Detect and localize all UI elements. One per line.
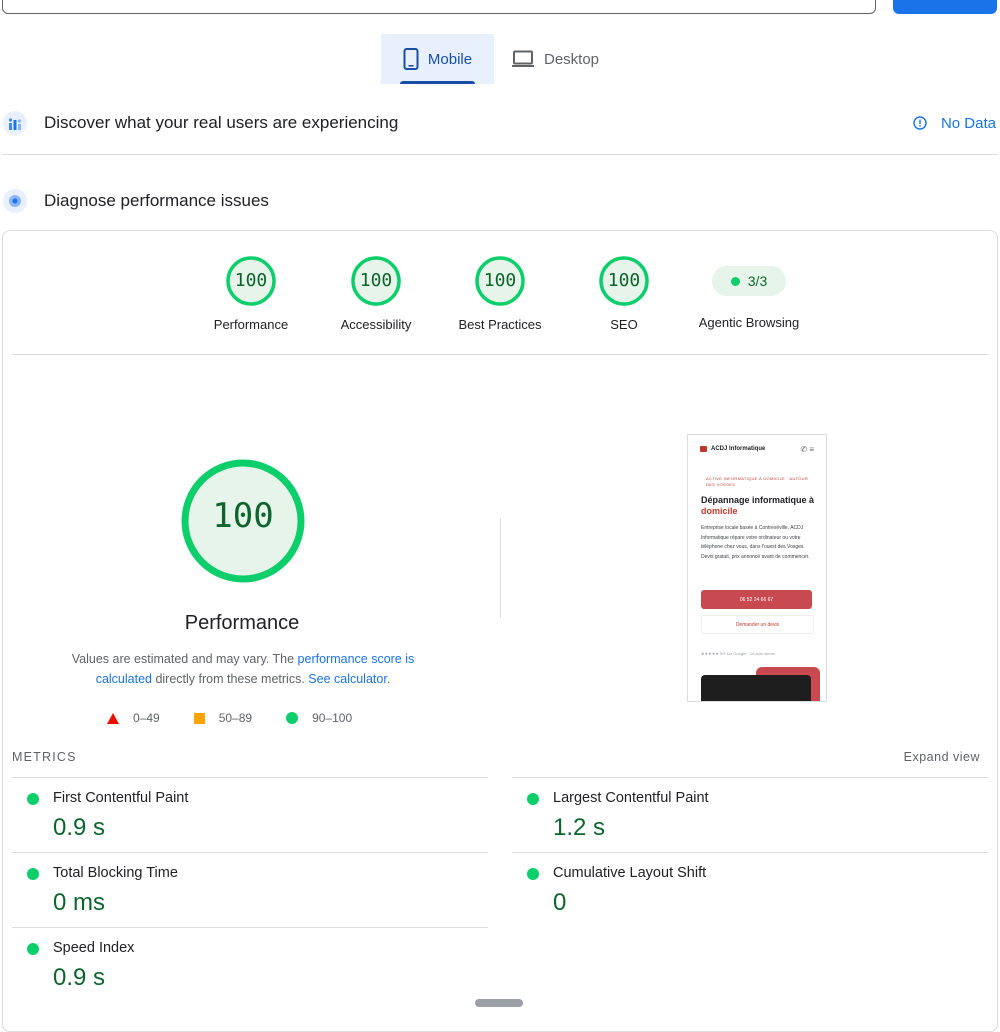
metric-lcp: Largest Contentful Paint 1.2 s bbox=[512, 777, 988, 853]
thumb-body: Entreprise locale basée à Contrexéville,… bbox=[701, 525, 810, 560]
brand-logo-icon bbox=[700, 446, 707, 452]
gauge-score: 100 bbox=[359, 270, 393, 291]
section-divider bbox=[2, 154, 998, 155]
gauge-seo[interactable]: 100 SEO bbox=[564, 255, 684, 332]
agentic-score: 3/3 bbox=[747, 273, 768, 289]
pass-dot-icon bbox=[527, 868, 539, 880]
metric-label: First Contentful Paint bbox=[53, 790, 189, 806]
thumb-headline-main: Dépannage informatique à bbox=[701, 495, 815, 505]
thumb-headline-accent: domicile bbox=[701, 506, 738, 516]
laptop-icon bbox=[511, 50, 535, 68]
tab-desktop-label: Desktop bbox=[544, 50, 600, 68]
gauge-label: Best Practices bbox=[458, 317, 542, 332]
thumb-rating: ★★★★★ 5/5 sur Google · 14 avis clients bbox=[701, 651, 775, 656]
smartphone-icon bbox=[403, 48, 419, 70]
performance-score: 100 bbox=[212, 496, 274, 536]
tab-mobile-label: Mobile bbox=[427, 50, 473, 68]
pass-dot-icon bbox=[730, 276, 740, 286]
score-legend: 0–49 50–89 90–100 bbox=[107, 711, 386, 725]
no-data-status[interactable]: No Data bbox=[913, 115, 996, 132]
thumb-kicker: ACTIVE INFORMATIQUE À DOMICILE · AUTOUR … bbox=[706, 476, 809, 487]
metric-value: 1.2 s bbox=[553, 814, 606, 841]
analyze-button[interactable] bbox=[893, 0, 997, 14]
square-average-icon bbox=[193, 712, 205, 724]
gauge-label: SEO bbox=[610, 317, 638, 332]
circle-pass-icon bbox=[286, 712, 299, 724]
gauge-accessibility[interactable]: 100 Accessibility bbox=[316, 255, 436, 332]
legend-pass: 90–100 bbox=[286, 711, 352, 725]
gauge-best-practices[interactable]: 100 Best Practices bbox=[440, 255, 560, 332]
discover-title: Discover what your real users are experi… bbox=[44, 113, 399, 132]
gauge-agentic-browsing[interactable]: 3/3 Agentic Browsing bbox=[679, 255, 819, 330]
score-disclaimer: Values are estimated and may vary. The p… bbox=[43, 649, 443, 689]
legend-fail-label: 0–49 bbox=[133, 711, 160, 725]
tab-desktop[interactable]: Desktop bbox=[511, 34, 599, 84]
disclaimer-text: directly from these metrics. bbox=[151, 672, 309, 686]
metrics-heading: METRICS bbox=[12, 750, 77, 764]
metric-label: Largest Contentful Paint bbox=[553, 790, 709, 806]
metric-value: 0.9 s bbox=[53, 964, 106, 991]
disclaimer-text: Values are estimated and may vary. The bbox=[71, 652, 298, 666]
gauge-label: Agentic Browsing bbox=[698, 315, 800, 330]
legend-average: 50–89 bbox=[193, 711, 253, 725]
category-gauges: 100 Performance 100 Accessibility 100 Be… bbox=[3, 255, 997, 345]
legend-fail: 0–49 bbox=[107, 711, 160, 725]
metric-label: Cumulative Layout Shift bbox=[553, 865, 707, 881]
card-divider bbox=[12, 354, 989, 355]
thumb-photo bbox=[701, 675, 811, 701]
thumb-call-button: 06 52 24 66 67 bbox=[701, 590, 812, 609]
no-data-label: No Data bbox=[940, 114, 996, 132]
phone-menu-icon: ✆ ≡ bbox=[800, 445, 814, 454]
metric-label: Speed Index bbox=[53, 940, 135, 956]
gauge-label: Accessibility bbox=[340, 317, 412, 332]
vertical-separator bbox=[500, 518, 501, 618]
agentic-score-pill: 3/3 bbox=[712, 266, 786, 296]
metric-speed-index: Speed Index 0.9 s bbox=[12, 927, 488, 1003]
crux-users-icon bbox=[0, 108, 30, 138]
performance-title: Performance bbox=[184, 612, 300, 634]
metric-value: 0.9 s bbox=[53, 814, 106, 841]
metric-value: 0 bbox=[553, 889, 567, 916]
discover-section: Discover what your real users are experi… bbox=[0, 101, 998, 145]
tab-mobile[interactable]: Mobile bbox=[381, 34, 494, 84]
pass-dot-icon bbox=[27, 793, 39, 805]
pass-dot-icon bbox=[27, 943, 39, 955]
legend-average-label: 50–89 bbox=[218, 711, 253, 725]
thumb-quote-button: Demander un devis bbox=[701, 615, 814, 634]
triangle-fail-icon bbox=[107, 712, 119, 724]
disclaimer-text: . bbox=[386, 672, 391, 686]
pass-dot-icon bbox=[27, 868, 39, 880]
pass-dot-icon bbox=[527, 793, 539, 805]
thumb-headline: Dépannage informatique à domicile bbox=[701, 495, 816, 517]
thumb-header: ACDJ Informatique bbox=[700, 446, 765, 452]
scroll-handle[interactable] bbox=[475, 999, 523, 1007]
metric-value: 0 ms bbox=[53, 889, 106, 916]
expand-view-toggle[interactable]: Expand view bbox=[904, 750, 980, 764]
see-calculator-link[interactable]: See calculator bbox=[308, 672, 387, 686]
metric-cls: Cumulative Layout Shift 0 bbox=[512, 852, 988, 928]
legend-pass-label: 90–100 bbox=[312, 711, 353, 725]
final-screenshot[interactable]: ACDJ Informatique ✆ ≡ ACTIVE INFORMATIQU… bbox=[687, 434, 827, 702]
gauge-performance[interactable]: 100 Performance bbox=[191, 255, 311, 332]
diagnose-title: Diagnose performance issues bbox=[44, 191, 269, 210]
gauge-score: 100 bbox=[483, 270, 517, 291]
metric-label: Total Blocking Time bbox=[53, 865, 178, 881]
gauge-label: Performance bbox=[213, 317, 289, 332]
performance-big-gauge: 100 bbox=[178, 456, 308, 586]
diagnose-section: Diagnose performance issues bbox=[0, 179, 998, 223]
lighthouse-icon bbox=[0, 186, 30, 216]
report-card: 100 Performance 100 Accessibility 100 Be… bbox=[2, 230, 998, 1032]
metric-tbt: Total Blocking Time 0 ms bbox=[12, 852, 488, 928]
thumb-brand: ACDJ Informatique bbox=[711, 446, 766, 452]
gauge-score: 100 bbox=[234, 270, 268, 291]
metric-fcp: First Contentful Paint 0.9 s bbox=[12, 777, 488, 853]
gauge-score: 100 bbox=[607, 270, 641, 291]
url-input[interactable] bbox=[2, 0, 876, 14]
info-icon bbox=[913, 116, 927, 130]
